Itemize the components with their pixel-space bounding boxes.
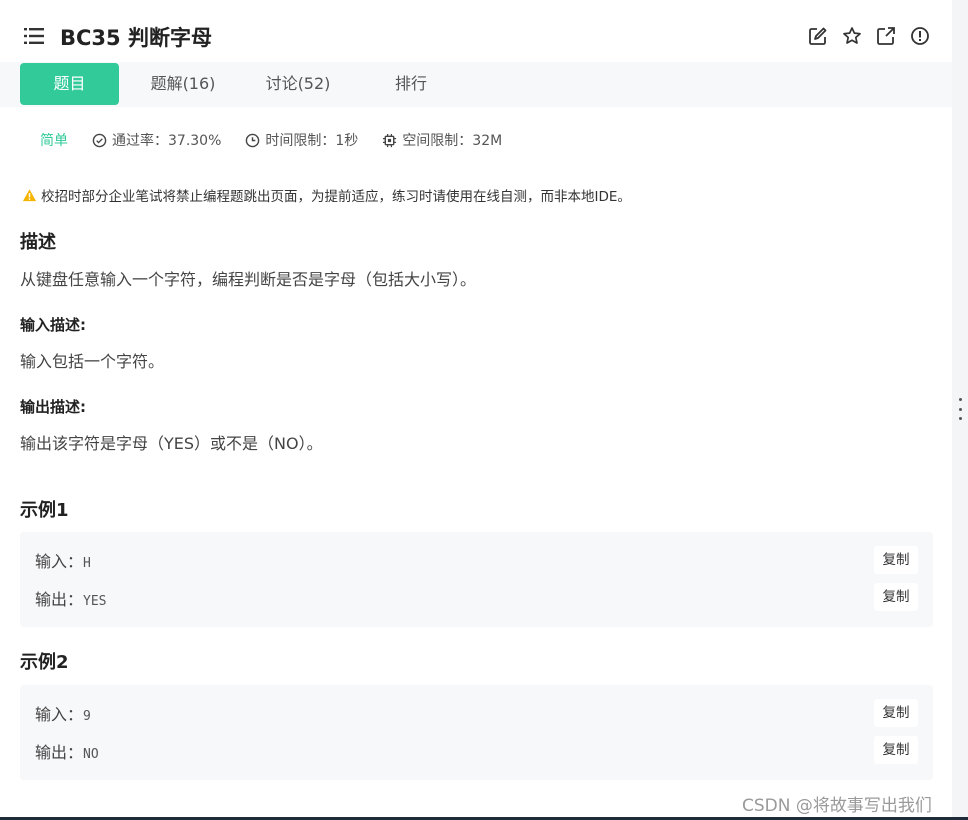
exam-warning: 校招时部分企业笔试将禁止编程题跳出页面，为提前适应，练习时请使用在线自测，而非本… <box>22 185 631 205</box>
example-2-panel: 输入：9 复制 输出：NO 复制 <box>20 685 933 780</box>
problem-page: BC35 判断字母 题目 题解(16) 讨论(52) 排行 简单 通过率：37.… <box>0 0 952 818</box>
resize-handle[interactable] <box>958 398 962 420</box>
check-circle-icon <box>92 133 107 147</box>
time-limit: 时间限制：1秒 <box>245 130 358 150</box>
copy-input-button[interactable]: 复制 <box>874 699 918 727</box>
output-desc-heading: 输出描述: <box>20 398 86 416</box>
input-label: 输入： <box>35 705 84 724</box>
edit-icon[interactable] <box>808 26 828 46</box>
tab-solutions[interactable]: 题解(16) <box>128 62 238 106</box>
description-heading: 描述 <box>20 232 56 253</box>
output-value: NO <box>83 747 99 762</box>
problem-meta: 简单 通过率：37.30% 时间限制：1秒 空间限制：32M <box>40 130 526 150</box>
input-label: 输入： <box>35 552 84 571</box>
clock-icon <box>246 133 260 147</box>
pass-rate: 通过率：37.30% <box>92 130 221 150</box>
time-limit-text: 时间限制：1秒 <box>265 133 359 149</box>
space-limit: 空间限制：32M <box>382 130 502 150</box>
example-1-heading: 示例1 <box>20 500 69 521</box>
external-link-icon[interactable] <box>876 26 896 46</box>
alert-circle-icon[interactable] <box>910 26 930 46</box>
output-label: 输出： <box>35 590 84 609</box>
description-text: 从键盘任意输入一个字符，编程判断是否是字母（包括大小写）。 <box>20 270 477 289</box>
header-toolbar <box>808 26 930 46</box>
problem-tabs: 题目 题解(16) 讨论(52) 排行 <box>0 62 952 107</box>
problem-title: BC35 判断字母 <box>60 26 212 50</box>
example-1-output: 输出：YES <box>35 586 107 610</box>
input-desc-heading: 输入描述: <box>20 316 86 334</box>
copy-output-button[interactable]: 复制 <box>874 736 918 764</box>
example-1-panel: 输入：H 复制 输出：YES 复制 <box>20 532 933 627</box>
difficulty-badge: 简单 <box>40 133 68 149</box>
space-limit-text: 空间限制：32M <box>402 133 503 149</box>
tab-problem[interactable]: 题目 <box>20 63 119 105</box>
watermark: CSDN @将故事写出我们 <box>742 796 932 816</box>
chip-icon <box>383 133 397 147</box>
exam-warning-text: 校招时部分企业笔试将禁止编程题跳出页面，为提前适应，练习时请使用在线自测，而非本… <box>41 189 631 205</box>
tab-discussion[interactable]: 讨论(52) <box>243 62 353 106</box>
output-desc-text: 输出该字符是字母（YES）或不是（NO）。 <box>20 434 323 453</box>
pass-rate-text: 通过率：37.30% <box>112 133 222 149</box>
example-1-input: 输入：H <box>35 548 91 572</box>
star-icon[interactable] <box>842 26 862 46</box>
example-2-input: 输入：9 <box>35 701 91 725</box>
input-value: H <box>83 556 91 571</box>
input-desc-text: 输入包括一个字符。 <box>20 352 165 371</box>
input-value: 9 <box>83 709 91 724</box>
copy-input-button[interactable]: 复制 <box>874 546 918 574</box>
list-menu-icon[interactable] <box>24 27 44 45</box>
warning-triangle-icon <box>22 188 37 201</box>
example-2-heading: 示例2 <box>20 652 69 673</box>
output-value: YES <box>83 594 107 609</box>
output-label: 输出： <box>35 743 84 762</box>
copy-output-button[interactable]: 复制 <box>874 583 918 611</box>
tab-ranking[interactable]: 排行 <box>356 62 466 106</box>
example-2-output: 输出：NO <box>35 739 99 763</box>
problem-header: BC35 判断字母 <box>0 0 952 62</box>
